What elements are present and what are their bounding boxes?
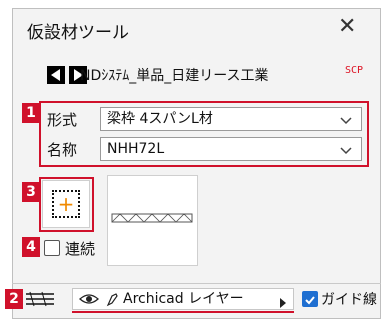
add-plus-icon: + [52,190,80,218]
name-select-value: NHH72L [107,141,165,157]
scp-badge: SCP [345,65,364,76]
close-button[interactable]: ✕ [338,14,356,39]
layer-selector[interactable]: Archicad レイヤー [72,288,294,310]
continuous-label: 連続 [65,240,96,258]
type-select[interactable]: 梁枠 4スパンL材 [100,107,362,131]
tag-4: 4 [22,237,40,257]
prev-button[interactable] [47,66,65,84]
tag-2: 2 [5,289,23,309]
name-label: 名称 [47,141,78,159]
add-button[interactable]: + [42,180,90,228]
guide-checkbox[interactable] [302,291,318,307]
type-select-value: 梁枠 4スパンL材 [107,111,213,127]
divider [12,283,381,284]
chevron-down-icon [339,112,353,134]
tag-1: 1 [22,103,40,123]
catalog-name: NDｼｽﾃﾑ_単品_日建リース工業 [80,68,269,84]
name-select[interactable]: NHH72L [100,137,362,161]
layer-highlight-underline [72,311,294,313]
tag-3: 3 [22,182,40,202]
guide-label: ガイド線 [321,292,377,308]
chevron-down-icon [339,142,353,164]
window-title: 仮設材ツール [27,23,129,43]
layer-stack-icon[interactable] [24,290,58,312]
layer-name: Archicad レイヤー [123,291,244,307]
type-label: 形式 [47,111,78,129]
continuous-checkbox[interactable] [44,240,60,256]
preview-image [107,175,198,266]
